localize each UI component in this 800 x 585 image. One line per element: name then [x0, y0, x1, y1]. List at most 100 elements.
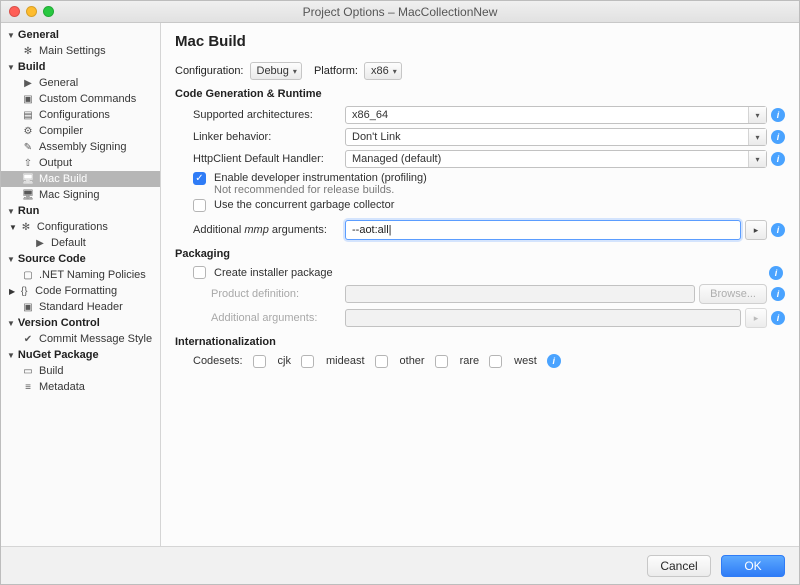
- codeset-label: other: [400, 355, 425, 367]
- http-combo[interactable]: Managed (default) ▾: [345, 150, 767, 168]
- sidebar-cat-run[interactable]: ▼Run: [1, 203, 160, 219]
- chevron-right-icon: ▶: [9, 287, 15, 296]
- installer-label: Create installer package: [214, 267, 333, 279]
- info-icon[interactable]: i: [771, 311, 785, 325]
- info-icon[interactable]: i: [771, 108, 785, 122]
- http-label: HttpClient Default Handler:: [175, 153, 345, 165]
- chevron-updown-icon: ▾: [748, 129, 766, 145]
- gc-label: Use the concurrent garbage collector: [214, 199, 394, 211]
- sidebar-item-output[interactable]: ⇧Output: [1, 155, 160, 171]
- sidebar-item-label: Custom Commands: [39, 93, 136, 105]
- chevron-down-icon: ▼: [9, 223, 17, 232]
- codeset-mideast[interactable]: mideast: [301, 355, 365, 368]
- installer-checkbox[interactable]: [193, 266, 206, 279]
- sidebar-item-custom-commands[interactable]: ▣ Custom Commands: [1, 91, 160, 107]
- chevron-down-icon: ▼: [7, 207, 15, 216]
- sidebar-item-run-configurations[interactable]: ▼✻Configurations: [1, 219, 160, 235]
- chevron-down-icon: ▼: [7, 255, 15, 264]
- sidebar-item-label: Default: [51, 237, 86, 249]
- sidebar-cat-version-control[interactable]: ▼Version Control: [1, 315, 160, 331]
- sidebar-item-nuget-build[interactable]: ▭Build: [1, 363, 160, 379]
- ok-button[interactable]: OK: [721, 555, 785, 577]
- mmp-label: Additional mmp arguments:: [175, 224, 345, 236]
- section-codegen: Code Generation & Runtime: [175, 88, 785, 100]
- sidebar: ▼General ✻Main Settings ▼Build ▶General …: [1, 23, 161, 546]
- sidebar-item-label: Metadata: [39, 381, 85, 393]
- sidebar-cat-source-code[interactable]: ▼Source Code: [1, 251, 160, 267]
- play-icon: ▶: [21, 78, 35, 89]
- page-title: Mac Build: [175, 33, 785, 50]
- check-icon: ✔: [21, 334, 35, 345]
- configuration-dropdown[interactable]: Debug ▾: [250, 62, 302, 80]
- info-icon[interactable]: i: [769, 266, 783, 280]
- linker-combo[interactable]: Don't Link ▾: [345, 128, 767, 146]
- cancel-button[interactable]: Cancel: [647, 555, 711, 577]
- config-icon: ▤: [21, 110, 35, 121]
- proddef-input: [345, 285, 695, 303]
- sidebar-item-label: Mac Build: [39, 173, 87, 185]
- signing-icon: ✎: [21, 142, 35, 153]
- commands-icon: ▣: [21, 94, 35, 105]
- mmp-input[interactable]: --aot:all|: [345, 220, 741, 240]
- info-icon[interactable]: i: [771, 130, 785, 144]
- sidebar-cat-nuget[interactable]: ▼NuGet Package: [1, 347, 160, 363]
- profiling-checkbox[interactable]: ✓: [193, 172, 206, 185]
- addargs-input: [345, 309, 741, 327]
- sidebar-item-main-settings[interactable]: ✻ Main Settings: [1, 43, 160, 59]
- gc-checkbox[interactable]: [193, 199, 206, 212]
- arch-label: Supported architectures:: [175, 109, 345, 121]
- window-title: Project Options – MacCollectionNew: [1, 5, 799, 19]
- sidebar-cat-label: Run: [18, 205, 39, 217]
- sidebar-item-label: Assembly Signing: [39, 141, 126, 153]
- info-icon[interactable]: i: [771, 152, 785, 166]
- sidebar-item-label: Code Formatting: [35, 285, 117, 297]
- sidebar-item-mac-build[interactable]: 🖥Mac Build: [1, 171, 160, 187]
- header-icon: ▣: [21, 302, 35, 313]
- monitor-icon: 🖥: [21, 190, 35, 201]
- chevron-updown-icon: ▾: [748, 107, 766, 123]
- sidebar-item-label: Main Settings: [39, 45, 106, 57]
- mmp-expand-button[interactable]: ▸: [745, 220, 767, 240]
- linker-value: Don't Link: [352, 131, 748, 143]
- sidebar-cat-label: NuGet Package: [18, 349, 99, 361]
- info-icon[interactable]: i: [771, 287, 785, 301]
- info-icon[interactable]: i: [771, 223, 785, 237]
- sidebar-item-default[interactable]: ▶ Default: [1, 235, 160, 251]
- sidebar-item-standard-header[interactable]: ▣ Standard Header: [1, 299, 160, 315]
- sidebar-item-code-formatting[interactable]: ▶{}Code Formatting: [1, 283, 160, 299]
- codeset-label: cjk: [278, 355, 291, 367]
- codeset-other[interactable]: other: [375, 355, 425, 368]
- sidebar-cat-build[interactable]: ▼Build: [1, 59, 160, 75]
- info-icon[interactable]: i: [547, 354, 561, 368]
- sidebar-item-assembly-signing[interactable]: ✎ Assembly Signing: [1, 139, 160, 155]
- sidebar-item-label: Standard Header: [39, 301, 123, 313]
- codeset-rare[interactable]: rare: [435, 355, 480, 368]
- sidebar-cat-label: Version Control: [18, 317, 100, 329]
- sidebar-item-compiler[interactable]: ⚙Compiler: [1, 123, 160, 139]
- policy-icon: ▢: [21, 270, 35, 281]
- installer-checkbox-row[interactable]: Create installer package i: [175, 266, 785, 280]
- play-icon: ▶: [33, 238, 47, 249]
- sidebar-item-mac-signing[interactable]: 🖥Mac Signing: [1, 187, 160, 203]
- sidebar-item-nuget-metadata[interactable]: ≡Metadata: [1, 379, 160, 395]
- arch-combo[interactable]: x86_64 ▾: [345, 106, 767, 124]
- sidebar-item-commit-style[interactable]: ✔Commit Message Style: [1, 331, 160, 347]
- codeset-west[interactable]: west: [489, 355, 537, 368]
- dialog-footer: Cancel OK: [1, 546, 799, 584]
- chevron-down-icon: ▼: [7, 63, 15, 72]
- sidebar-item-label: .NET Naming Policies: [39, 269, 146, 281]
- profiling-checkbox-row[interactable]: ✓ Enable developer instrumentation (prof…: [175, 172, 785, 196]
- sidebar-item-general[interactable]: ▶General: [1, 75, 160, 91]
- content-panel: Mac Build Configuration: Debug ▾ Platfor…: [161, 23, 799, 546]
- codeset-cjk[interactable]: cjk: [253, 355, 291, 368]
- gear-icon: ✻: [21, 46, 35, 57]
- chevron-down-icon: ▼: [7, 31, 15, 40]
- gc-checkbox-row[interactable]: Use the concurrent garbage collector: [175, 199, 785, 212]
- sidebar-cat-general[interactable]: ▼General: [1, 27, 160, 43]
- sidebar-item-naming-policies[interactable]: ▢ .NET Naming Policies: [1, 267, 160, 283]
- codeset-label: rare: [460, 355, 480, 367]
- platform-dropdown[interactable]: x86 ▾: [364, 62, 402, 80]
- sidebar-item-label: Configurations: [39, 109, 110, 121]
- linker-label: Linker behavior:: [175, 131, 345, 143]
- sidebar-item-configurations[interactable]: ▤ Configurations: [1, 107, 160, 123]
